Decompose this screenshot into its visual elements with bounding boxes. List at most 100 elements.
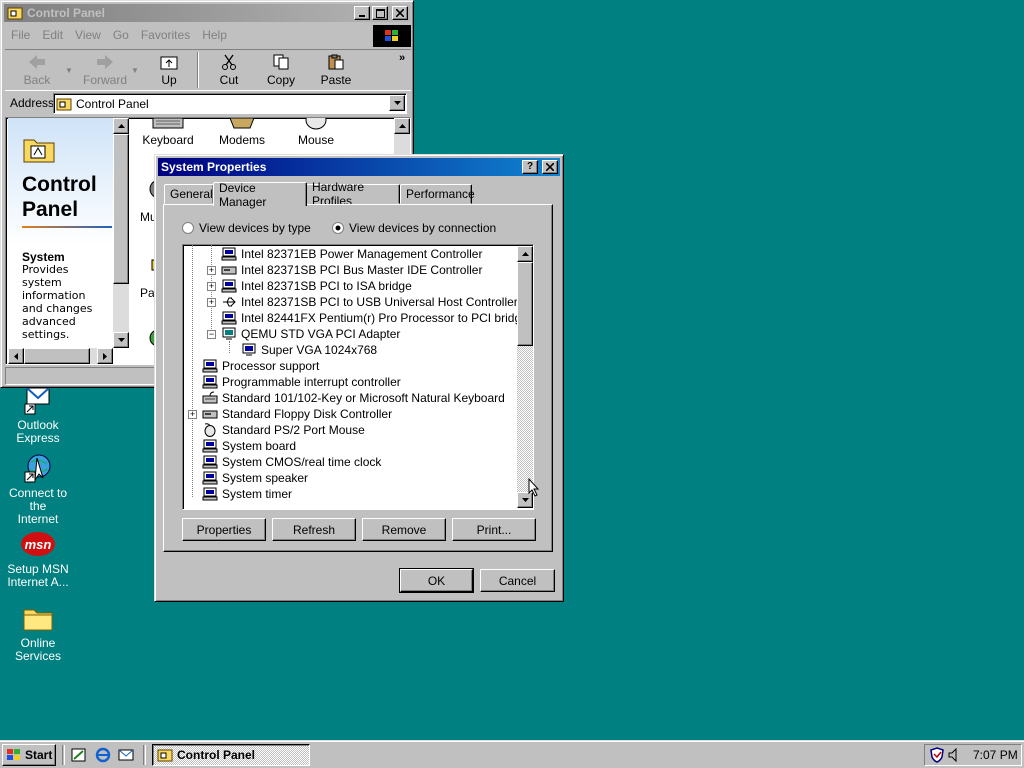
- windows-flag-icon: [385, 30, 398, 41]
- tab-general[interactable]: General: [164, 184, 214, 204]
- menu-file[interactable]: File: [5, 28, 36, 42]
- ok-button[interactable]: OK: [399, 568, 474, 593]
- device-row[interactable]: Standard Floppy Disk Controller: [202, 406, 392, 422]
- desktop-icon-online-services[interactable]: Online Services: [0, 602, 76, 663]
- device-row[interactable]: Intel 82371SB PCI to ISA bridge: [221, 278, 412, 294]
- control-panel-titlebar[interactable]: Control Panel: [4, 4, 410, 22]
- volume-speaker-icon[interactable]: [947, 747, 963, 763]
- device-row[interactable]: QEMU STD VGA PCI Adapter: [221, 326, 400, 342]
- cut-button[interactable]: Cut: [209, 54, 249, 87]
- print-button[interactable]: Print...: [452, 518, 536, 541]
- computer-device-icon: [221, 247, 237, 261]
- scroll-right-button[interactable]: [97, 348, 113, 364]
- device-row[interactable]: Super VGA 1024x768: [241, 342, 377, 358]
- shield-icon[interactable]: [929, 747, 945, 763]
- arrow-up-icon: [398, 124, 406, 128]
- device-row[interactable]: Processor support: [202, 358, 319, 374]
- close-button[interactable]: [542, 160, 558, 174]
- windows-logo: [373, 25, 411, 47]
- taskbar-task-control-panel[interactable]: Control Panel: [152, 744, 310, 766]
- mouse-cursor-icon: [528, 478, 540, 497]
- scroll-left-button[interactable]: [8, 348, 24, 364]
- scroll-thumb[interactable]: [113, 134, 129, 284]
- properties-button[interactable]: Properties: [182, 518, 266, 541]
- expand-toggle[interactable]: +: [207, 282, 216, 291]
- device-row[interactable]: Intel 82371EB Power Management Controlle…: [221, 246, 482, 262]
- start-button[interactable]: Start: [2, 744, 56, 766]
- scroll-up-button[interactable]: [517, 246, 533, 262]
- forward-dropdown-icon[interactable]: ▼: [131, 66, 139, 75]
- mouse-icon: [305, 110, 327, 130]
- menu-edit[interactable]: Edit: [36, 28, 69, 42]
- desktop-icon-setup-msn[interactable]: msn Setup MSN Internet A...: [0, 528, 76, 589]
- minimize-button[interactable]: [354, 6, 370, 20]
- clock[interactable]: 7:07 PM: [973, 748, 1018, 762]
- device-row[interactable]: Standard 101/102-Key or Microsoft Natura…: [202, 390, 505, 406]
- expand-toggle[interactable]: +: [207, 266, 216, 275]
- scroll-up-button[interactable]: [394, 118, 410, 134]
- show-desktop-icon[interactable]: [70, 747, 88, 763]
- tab-device-manager[interactable]: Device Manager: [213, 181, 307, 209]
- device-row[interactable]: Intel 82371SB PCI Bus Master IDE Control…: [221, 262, 482, 278]
- icon-modems[interactable]: Modems: [210, 117, 274, 147]
- menu-go[interactable]: Go: [107, 28, 135, 42]
- device-row[interactable]: System CMOS/real time clock: [202, 454, 381, 470]
- hscroll-thumb[interactable]: [24, 348, 90, 364]
- expand-toggle[interactable]: +: [207, 298, 216, 307]
- info-pane-hscroll[interactable]: [8, 348, 113, 364]
- device-tree[interactable]: Intel 82371EB Power Management Controlle…: [182, 244, 534, 510]
- collapse-toggle[interactable]: −: [207, 330, 216, 339]
- close-button[interactable]: [392, 6, 408, 20]
- device-row[interactable]: System timer: [202, 486, 292, 502]
- remove-button[interactable]: Remove: [362, 518, 446, 541]
- refresh-button[interactable]: Refresh: [272, 518, 356, 541]
- back-button[interactable]: Back: [13, 54, 61, 87]
- computer-device-icon: [221, 279, 237, 293]
- forward-button[interactable]: Forward: [79, 54, 131, 87]
- device-row[interactable]: Intel 82371SB PCI to USB Universal Host …: [221, 294, 518, 310]
- address-dropdown-button[interactable]: [389, 95, 405, 111]
- partial-label-passwords[interactable]: Pa: [140, 286, 155, 300]
- radio-unchecked-icon: [182, 222, 194, 234]
- system-tray: 7:07 PM: [924, 744, 1022, 766]
- tab-hardware-profiles[interactable]: Hardware Profiles: [306, 180, 400, 208]
- icon-keyboard[interactable]: Keyboard: [136, 117, 200, 147]
- device-row[interactable]: System speaker: [202, 470, 308, 486]
- menu-favorites[interactable]: Favorites: [135, 28, 196, 42]
- tree-line: [192, 245, 193, 497]
- internet-explorer-icon[interactable]: [94, 747, 112, 763]
- address-field[interactable]: Control Panel: [53, 93, 407, 114]
- menu-view[interactable]: View: [69, 28, 107, 42]
- scroll-down-button[interactable]: [113, 332, 129, 348]
- radio-view-by-type[interactable]: View devices by type: [182, 221, 311, 235]
- desktop-icon-label: Online Services: [14, 636, 61, 663]
- up-button[interactable]: Up: [149, 54, 189, 87]
- paste-button[interactable]: Paste: [315, 54, 357, 87]
- device-row[interactable]: Standard PS/2 Port Mouse: [202, 422, 365, 438]
- device-row[interactable]: System board: [202, 438, 296, 454]
- device-tree-vscroll[interactable]: [517, 246, 533, 508]
- tab-performance[interactable]: Performance: [400, 184, 475, 204]
- info-pane: Control Panel System Provides system info…: [8, 118, 113, 348]
- help-glyph: ?: [526, 161, 534, 172]
- info-pane-vscroll[interactable]: [113, 118, 129, 348]
- radio-view-by-connection[interactable]: View devices by connection: [332, 221, 496, 235]
- scroll-thumb[interactable]: [517, 262, 533, 346]
- address-value: Control Panel: [76, 96, 149, 111]
- maximize-button[interactable]: [372, 6, 388, 20]
- system-properties-titlebar[interactable]: System Properties ?: [158, 158, 560, 176]
- icon-mouse[interactable]: Mouse: [286, 110, 346, 147]
- outlook-express-quick-icon[interactable]: [117, 747, 135, 763]
- desktop-icon-outlook-express[interactable]: Outlook Express: [0, 384, 76, 445]
- device-row[interactable]: Programmable interrupt controller: [202, 374, 401, 390]
- copy-button[interactable]: Copy: [261, 54, 301, 87]
- cancel-button[interactable]: Cancel: [480, 569, 555, 592]
- toolbar-more-chevron[interactable]: »: [399, 52, 405, 64]
- menu-help[interactable]: Help: [196, 28, 233, 42]
- expand-toggle[interactable]: +: [188, 410, 197, 419]
- help-button[interactable]: ?: [522, 160, 538, 174]
- desktop-icon-connect-internet[interactable]: Connect to the Internet: [0, 452, 76, 526]
- back-dropdown-icon[interactable]: ▼: [65, 66, 73, 75]
- scroll-up-button[interactable]: [113, 118, 129, 134]
- device-row[interactable]: Intel 82441FX Pentium(r) Pro Processor t…: [221, 310, 528, 326]
